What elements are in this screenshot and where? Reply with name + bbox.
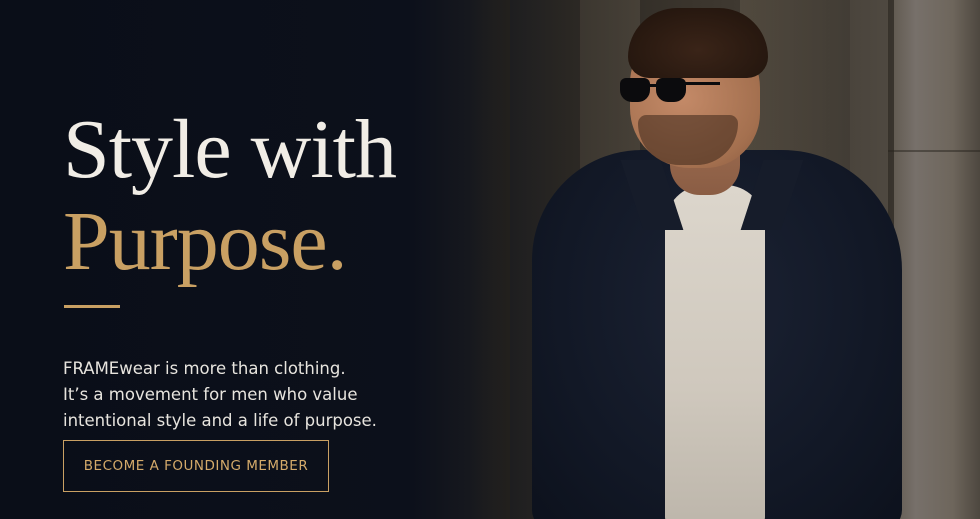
hero-banner: Style with Purpose. FRAMEwear is more th… xyxy=(0,0,980,519)
become-founding-member-button[interactable]: BECOME A FOUNDING MEMBER xyxy=(63,440,329,492)
hero-content: Style with Purpose. FRAMEwear is more th… xyxy=(63,0,483,519)
description-line: It’s a movement for men who value xyxy=(63,385,358,404)
sunglasses xyxy=(620,78,720,104)
description-line: FRAMEwear is more than clothing. xyxy=(63,359,346,378)
headline-line-2: Purpose. xyxy=(63,195,348,288)
shirt xyxy=(665,185,765,519)
sunglasses-lens xyxy=(620,78,650,102)
accent-divider xyxy=(64,305,120,308)
sunglasses-lens xyxy=(656,78,686,102)
hero-headline: Style with Purpose. xyxy=(63,103,397,288)
hair xyxy=(628,8,768,78)
description-line: intentional style and a life of purpose. xyxy=(63,411,377,430)
headline-line-1: Style with xyxy=(63,103,397,196)
model-photo xyxy=(520,0,920,519)
sunglasses-arm xyxy=(684,82,720,85)
hero-description: FRAMEwear is more than clothing. It’s a … xyxy=(63,356,423,434)
